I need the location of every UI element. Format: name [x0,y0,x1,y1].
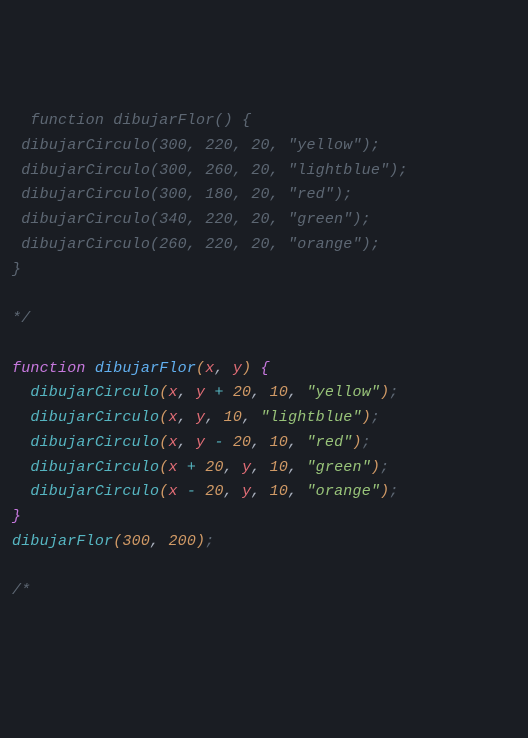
commented-code-block: function dibujarFlor() { dibujarCirculo(… [12,112,408,327]
function-close-brace: } [12,508,21,525]
invoke-line: dibujarFlor(300, 200); [12,533,214,550]
param-y: y [233,360,242,377]
code-editor[interactable]: function dibujarFlor() { dibujarCirculo(… [12,109,516,604]
call-line-3: dibujarCirculo(x, y - 20, 10, "red"); [30,434,371,451]
keyword-function: function [12,360,86,377]
commented-call-2: dibujarCirculo(300, 260, 20, "lightblue"… [12,162,408,179]
call-line-4: dibujarCirculo(x + 20, y, 10, "green"); [30,459,389,476]
commented-call-5: dibujarCirculo(260, 220, 20, "orange"); [12,236,380,253]
trailing-comment-start: /* [12,582,30,599]
comment-end-marker: */ [12,310,30,327]
commented-call-1: dibujarCirculo(300, 220, 20, "yellow"); [12,137,380,154]
commented-close-brace: } [12,261,21,278]
function-declaration: function dibujarFlor(x, y) { [12,360,270,377]
commented-call-4: dibujarCirculo(340, 220, 20, "green"); [12,211,371,228]
call-line-5: dibujarCirculo(x - 20, y, 10, "orange"); [30,483,398,500]
commented-call-3: dibujarCirculo(300, 180, 20, "red"); [12,186,352,203]
call-line-1: dibujarCirculo(x, y + 20, 10, "yellow"); [30,384,398,401]
call-line-2: dibujarCirculo(x, y, 10, "lightblue"); [30,409,380,426]
function-name: dibujarFlor [95,360,196,377]
